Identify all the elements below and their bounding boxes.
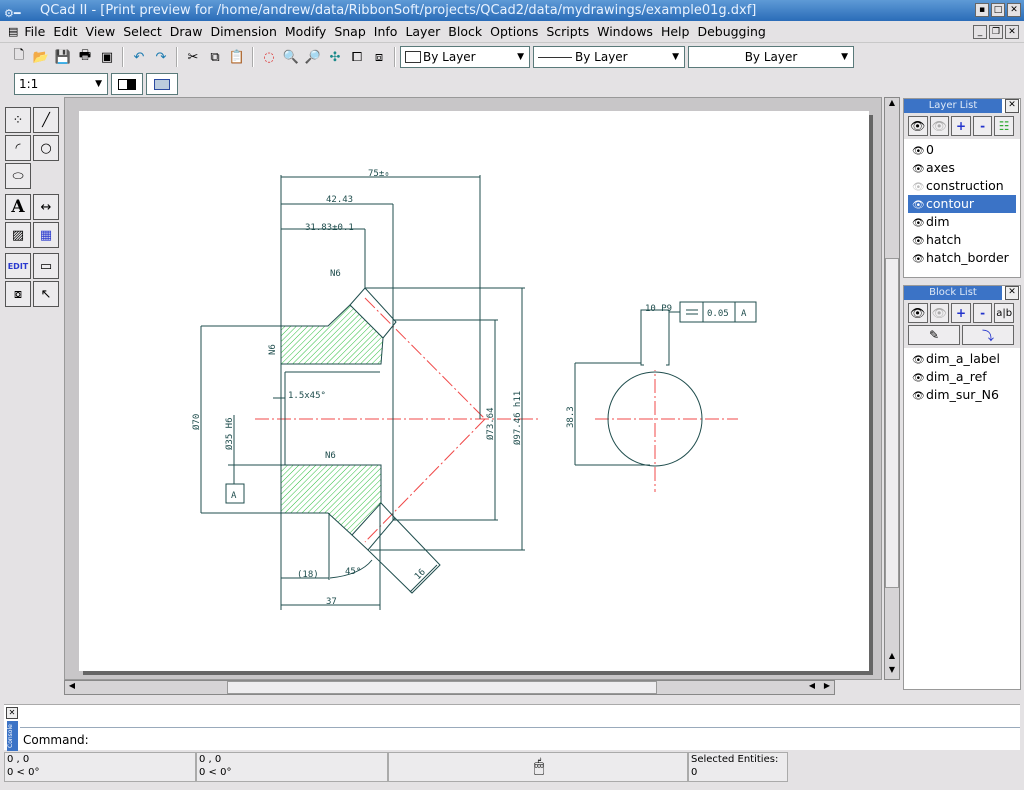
rename-block-icon[interactable]: a|b: [994, 303, 1014, 323]
surface-n6-left: N6: [268, 344, 278, 355]
dim-73-64: Ø73.64: [485, 407, 496, 440]
block-list-panel: Block List ✕ 👁 👁 + - a|b ✎ ⤵ 👁dim_a_labe…: [903, 285, 1021, 690]
remove-block-minus-icon[interactable]: -: [972, 303, 993, 323]
block-name: dim_a_ref: [926, 369, 987, 384]
dim-38-3: 38.3: [566, 406, 576, 428]
layer-name: 0: [926, 142, 934, 157]
abs-polar: 0 < 0°: [7, 767, 40, 778]
hatch-upper: [280, 304, 384, 365]
close-icon[interactable]: ✕: [1005, 286, 1019, 300]
relative-coordinates: 0 , 0 0 < 0°: [196, 752, 388, 782]
dim-70: Ø70: [191, 414, 202, 430]
layer-toolbar: 👁 👁 + - ☷: [904, 113, 1020, 139]
add-layer-plus-icon[interactable]: +: [951, 116, 971, 136]
layer-item[interactable]: 👁0: [908, 141, 1016, 159]
mouse-icon: 🖱: [533, 756, 545, 777]
console-tab[interactable]: Console: [7, 721, 18, 751]
layer-item-selected[interactable]: 👁contour: [908, 195, 1016, 213]
remove-layer-minus-icon[interactable]: -: [972, 116, 993, 136]
layer-name: axes: [926, 160, 955, 175]
dim-37: 37: [326, 597, 337, 607]
dim-35: Ø35 H6: [224, 417, 235, 450]
command-prompt: Command:: [23, 733, 89, 747]
dim-18: (18): [297, 570, 319, 580]
hatch-lower: [280, 464, 382, 536]
eye-icon[interactable]: 👁: [912, 251, 926, 269]
add-block-plus-icon[interactable]: +: [951, 303, 971, 323]
edit-layer-icon[interactable]: ☷: [994, 116, 1014, 136]
block-name: dim_sur_N6: [926, 387, 999, 402]
layer-name: hatch: [926, 232, 962, 247]
tolerance-datum: A: [741, 309, 747, 319]
dim-chamfer: 1.5x45°: [288, 391, 326, 401]
show-all-blocks-eye-icon[interactable]: 👁: [908, 303, 928, 323]
block-item[interactable]: 👁dim_a_label: [908, 350, 1016, 368]
block-name: dim_a_label: [926, 351, 1000, 366]
selection-status: Selected Entities: 0: [688, 752, 788, 782]
mouse-status: 🖱: [388, 752, 688, 782]
absolute-coordinates: 0 , 0 0 < 0°: [4, 752, 196, 782]
show-all-layers-eye-icon[interactable]: 👁: [908, 116, 928, 136]
vertical-scroll-thumb[interactable]: [885, 258, 899, 588]
close-icon[interactable]: ✕: [1005, 99, 1019, 113]
insert-block-icon[interactable]: ⤵: [962, 325, 1014, 345]
dim-97-46: Ø97.46 h11: [512, 391, 523, 445]
layer-name: dim: [926, 214, 950, 229]
scroll-up-icon[interactable]: ▲: [885, 651, 899, 665]
block-toolbar: 👁 👁 + - a|b: [908, 303, 1016, 323]
rel-coord: 0 , 0: [199, 754, 222, 765]
dim-angle-45: 45°: [345, 567, 361, 577]
rel-polar: 0 < 0°: [199, 767, 232, 778]
layer-list-title: Layer List: [904, 99, 1002, 113]
horizontal-scrollbar[interactable]: ◀ ◀ ▶: [64, 680, 835, 695]
block-item[interactable]: 👁dim_sur_N6: [908, 386, 1016, 404]
layer-list-panel: Layer List ✕ 👁 👁 + - ☷ 👁0 👁axes 👁constru…: [903, 98, 1021, 278]
dim-42-43: 42.43: [326, 195, 353, 205]
layer-item[interactable]: 👁axes: [908, 159, 1016, 177]
cone-axis-top: [364, 297, 486, 420]
datum-a: A: [231, 491, 237, 501]
layer-name: construction: [926, 178, 1004, 193]
layer-item[interactable]: 👁hatch_border: [908, 249, 1016, 267]
dim-31-83: 31.83±0.1: [305, 223, 354, 233]
abs-coord: 0 , 0: [7, 754, 30, 765]
layer-item[interactable]: 👁dim: [908, 213, 1016, 231]
block-list-title: Block List: [904, 286, 1002, 300]
layer-name: contour: [926, 196, 975, 211]
vertical-scrollbar[interactable]: ▲ ▲ ▼: [884, 97, 900, 680]
horizontal-scroll-thumb[interactable]: [227, 681, 657, 694]
block-item[interactable]: 👁dim_a_ref: [908, 368, 1016, 386]
selected-label: Selected Entities:: [691, 754, 779, 765]
scroll-left-icon[interactable]: ◀: [65, 681, 79, 694]
drawing: 75±₀ 42.43 31.83±0.1 N6 N6 N6 1.5x45° Ø7…: [191, 169, 757, 610]
selected-count: 0: [691, 767, 698, 778]
layer-item[interactable]: 👁hatch: [908, 231, 1016, 249]
command-input[interactable]: [102, 729, 1017, 749]
tolerance-value: 0.05: [707, 309, 729, 319]
layer-name: hatch_border: [926, 250, 1009, 265]
hide-all-blocks-eye-icon[interactable]: 👁: [929, 303, 950, 323]
hide-all-layers-eye-icon[interactable]: 👁: [929, 116, 950, 136]
scroll-left-icon[interactable]: ◀: [805, 681, 819, 694]
layer-item[interactable]: 👁construction: [908, 177, 1016, 195]
close-icon[interactable]: ✕: [6, 707, 18, 719]
scroll-up-icon[interactable]: ▲: [885, 98, 899, 112]
eye-icon[interactable]: 👁: [912, 388, 926, 406]
cone-axis-bottom: [364, 418, 486, 543]
dim-75: 75±₀: [368, 169, 390, 179]
dim-key: 10 P9: [645, 304, 672, 314]
surface-n6-top: N6: [330, 269, 341, 279]
edit-block-pencil-icon[interactable]: ✎: [908, 325, 960, 345]
surface-n6-bottom: N6: [325, 451, 336, 461]
contour: [200, 175, 757, 610]
scroll-right-icon[interactable]: ▶: [820, 681, 834, 694]
dimension-labels: 75±₀ 42.43 31.83±0.1 N6 N6 N6 1.5x45° Ø7…: [191, 169, 747, 607]
console-panel: ✕ Console Command:: [4, 704, 1020, 751]
scroll-down-icon[interactable]: ▼: [885, 665, 899, 679]
